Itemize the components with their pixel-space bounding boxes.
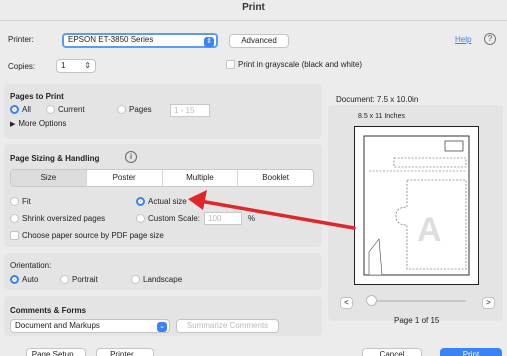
page-range-input[interactable]: 1 - 15 xyxy=(170,104,210,117)
title-divider xyxy=(0,20,507,21)
grayscale-checkbox[interactable] xyxy=(226,60,235,70)
radio-custom-scale[interactable] xyxy=(136,214,145,224)
radio-custom-scale-label: Custom Scale: xyxy=(148,214,201,224)
page-thumbnail-drawing: A xyxy=(363,135,470,276)
orientation-title: Orientation: xyxy=(10,261,52,270)
radio-auto-label: Auto xyxy=(22,275,39,285)
radio-portrait[interactable] xyxy=(60,275,69,285)
page-indicator: Page 1 of 15 xyxy=(394,316,440,325)
copies-stepper[interactable]: 1 ⇕ xyxy=(56,59,96,73)
actual-size-option[interactable]: Actual size xyxy=(136,197,187,207)
grayscale-label: Print in grayscale (black and white) xyxy=(238,60,363,70)
advanced-button[interactable]: Advanced xyxy=(229,34,289,48)
comments-select-value: Document and Markups xyxy=(15,321,100,330)
copies-label: Copies: xyxy=(8,62,36,71)
radio-fit-label: Fit xyxy=(22,197,31,207)
radio-current[interactable] xyxy=(46,105,55,115)
cancel-button[interactable]: Cancel xyxy=(362,348,422,356)
svg-text:A: A xyxy=(417,211,442,249)
radio-shrink[interactable] xyxy=(10,214,19,224)
radio-fit[interactable] xyxy=(10,197,19,207)
window-title: Print xyxy=(242,2,265,13)
more-options-toggle[interactable]: ▶ More Options xyxy=(10,119,66,128)
document-size-label: Document: 7.5 x 10.0in xyxy=(336,95,419,104)
copies-value: 1 xyxy=(61,61,66,70)
radio-portrait-label: Portrait xyxy=(72,275,98,285)
info-icon[interactable]: i xyxy=(125,151,137,163)
printer-select[interactable]: EPSON ET-3850 Series ⇕ xyxy=(62,33,218,48)
page-slider-track[interactable] xyxy=(370,300,466,302)
more-options-label: More Options xyxy=(18,119,67,129)
pages-range-option[interactable]: Pages xyxy=(117,105,152,115)
radio-actual-size-label: Actual size xyxy=(148,197,187,207)
page-setup-button[interactable]: Page Setup... xyxy=(26,348,86,356)
orientation-landscape-option[interactable]: Landscape xyxy=(131,275,183,285)
sizing-title: Page Sizing & Handling xyxy=(10,154,100,163)
comments-select[interactable]: Document and Markups ⌄ xyxy=(10,319,170,333)
summarize-comments-button[interactable]: Summarize Comments xyxy=(176,319,279,333)
tab-multiple[interactable]: Multiple xyxy=(163,170,239,186)
help-link[interactable]: Help xyxy=(455,35,471,44)
radio-pages-label: Pages xyxy=(129,105,152,115)
radio-all[interactable] xyxy=(10,105,19,115)
radio-all-label: All xyxy=(22,105,31,115)
stepper-icon[interactable]: ⇕ xyxy=(84,60,91,72)
choose-source-option[interactable]: Choose paper source by PDF page size xyxy=(10,231,164,241)
radio-current-label: Current xyxy=(58,105,85,115)
chevron-updown-icon: ⇕ xyxy=(204,37,214,47)
radio-shrink-label: Shrink oversized pages xyxy=(22,214,106,224)
pages-current-option[interactable]: Current xyxy=(46,105,85,115)
shrink-option[interactable]: Shrink oversized pages xyxy=(10,214,106,224)
disclosure-triangle-icon[interactable]: ▶ xyxy=(10,121,15,128)
radio-pages[interactable] xyxy=(117,105,126,115)
radio-auto[interactable] xyxy=(10,275,19,285)
fit-option[interactable]: Fit xyxy=(10,197,31,207)
page-preview: A xyxy=(354,126,479,285)
print-button[interactable]: Print xyxy=(440,348,502,356)
printer-select-value: EPSON ET-3850 Series xyxy=(68,35,154,44)
choose-source-checkbox[interactable] xyxy=(10,231,19,241)
printer-label: Printer: xyxy=(8,35,34,44)
radio-landscape[interactable] xyxy=(131,275,140,285)
custom-scale-unit: % xyxy=(248,214,256,223)
pages-all-option[interactable]: All xyxy=(10,105,31,115)
tab-poster[interactable]: Poster xyxy=(87,170,163,186)
next-page-button[interactable]: > xyxy=(482,297,495,309)
custom-scale-option[interactable]: Custom Scale: xyxy=(136,214,201,224)
comments-title: Comments & Forms xyxy=(10,306,87,315)
pages-title: Pages to Print xyxy=(10,92,64,101)
help-icon[interactable]: ? xyxy=(484,33,496,45)
choose-source-label: Choose paper source by PDF page size xyxy=(22,231,164,241)
radio-actual-size[interactable] xyxy=(136,197,145,207)
tab-size[interactable]: Size xyxy=(11,170,87,186)
prev-page-button[interactable]: < xyxy=(340,297,353,309)
chevron-down-icon: ⌄ xyxy=(157,322,167,332)
paper-size-label: 8.5 x 11 Inches xyxy=(358,113,405,120)
custom-scale-input[interactable]: 100 xyxy=(204,212,242,225)
orientation-portrait-option[interactable]: Portrait xyxy=(60,275,98,285)
sizing-tabs: Size Poster Multiple Booklet xyxy=(10,169,314,187)
printer-button[interactable]: Printer... xyxy=(96,348,154,356)
grayscale-option[interactable]: Print in grayscale (black and white) xyxy=(226,60,363,70)
page-slider-thumb[interactable] xyxy=(366,295,377,306)
orientation-panel xyxy=(4,253,322,290)
radio-landscape-label: Landscape xyxy=(143,275,183,285)
orientation-auto-option[interactable]: Auto xyxy=(10,275,39,285)
tab-booklet[interactable]: Booklet xyxy=(238,170,313,186)
